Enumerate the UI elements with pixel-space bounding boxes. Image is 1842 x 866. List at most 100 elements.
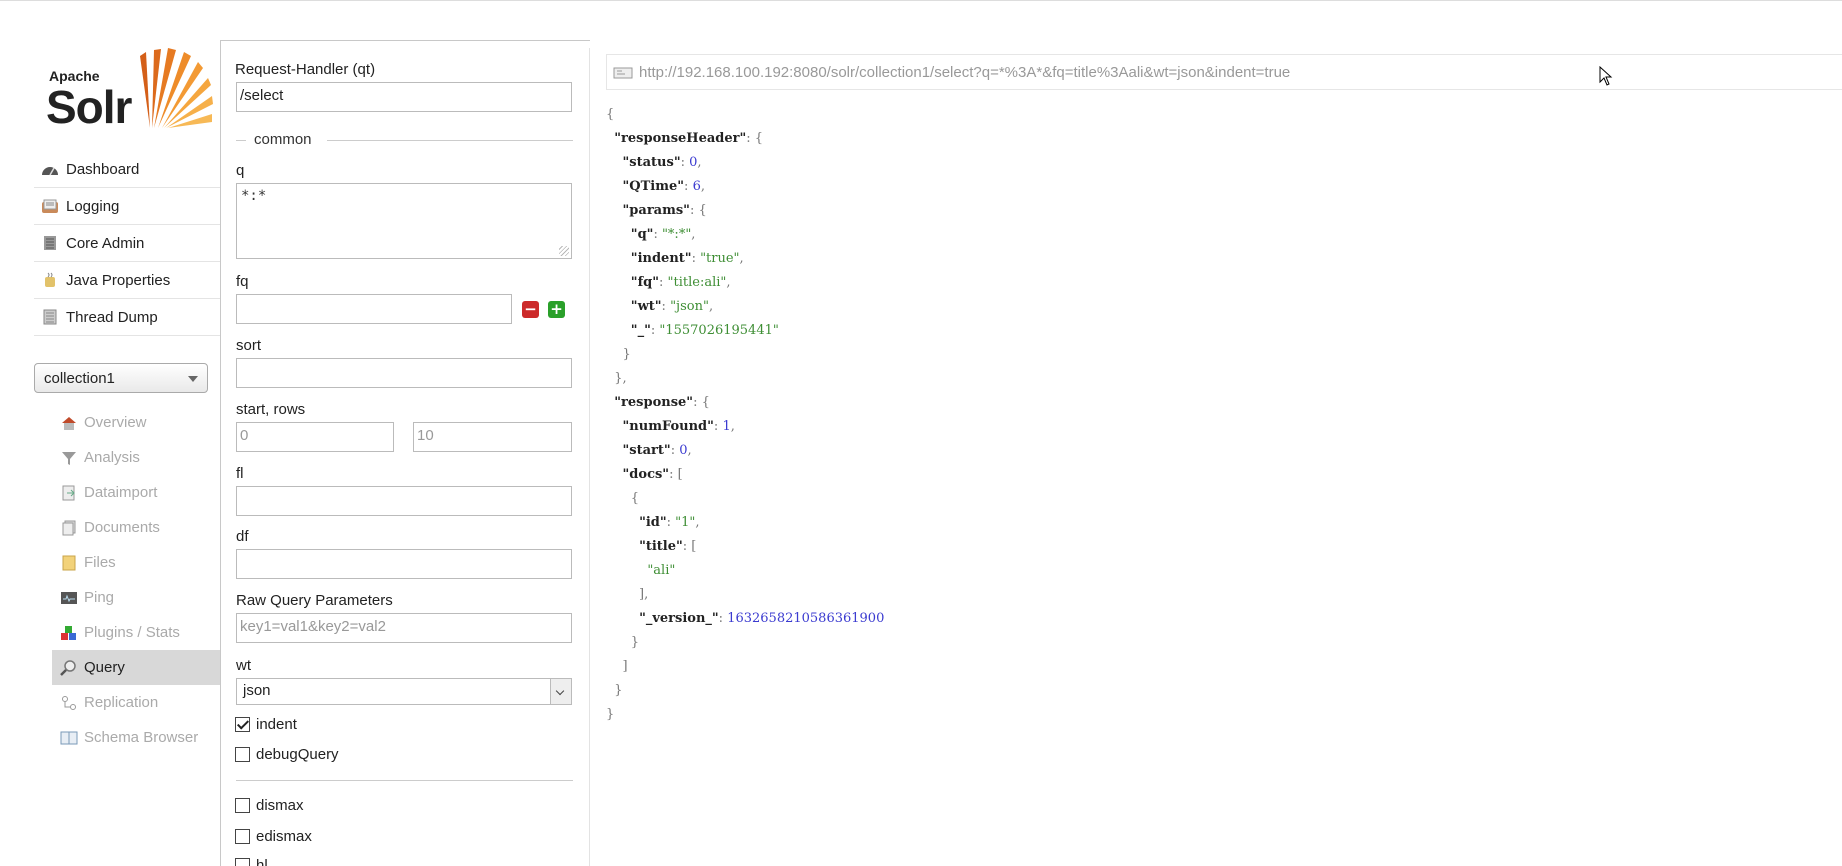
result-url-link[interactable]: http://192.168.100.192:8080/solr/collect… [606,54,1842,90]
result-divider [589,48,590,866]
core-menu-label: Plugins / Stats [84,624,180,641]
core-menu-label: Schema Browser [84,729,199,746]
logo-solr-text: Solr [46,81,132,133]
folder-icon [60,555,78,571]
ping-icon [60,590,78,606]
json-line: ], [606,587,649,602]
json-line: } [606,707,615,722]
core-menu-label: Documents [84,519,160,536]
core-menu-label: Dataimport [84,484,158,501]
sort-input[interactable] [236,358,572,388]
core-selector[interactable]: collection1 [34,363,208,393]
core-admin-icon [40,235,60,251]
checkbox-icon [235,858,250,866]
core-menu-label: Files [84,554,116,571]
core-menu-label: Ping [84,589,115,606]
dismax-label: dismax [256,797,304,814]
start-rows-label: start, rows [236,401,306,418]
add-fq-button[interactable]: + [548,301,565,318]
indent-label: indent [256,716,297,733]
chevron-down-icon [550,679,571,704]
df-label: df [236,528,249,545]
start-input[interactable]: 0 [236,422,394,452]
json-line: "responseHeader": { [614,131,764,146]
nav-dashboard[interactable]: Dashboard [34,151,220,188]
mouse-cursor-icon [1599,66,1613,86]
sort-label: sort [236,337,262,354]
nav-java-properties[interactable]: Java Properties [34,262,220,299]
core-menu-label: Replication [84,694,159,711]
wt-select[interactable]: json [236,678,572,705]
nav-logging[interactable]: Logging [34,188,220,225]
json-response: { "responseHeader": { "status": 0, "QTim… [606,103,884,727]
json-line: } [606,347,631,362]
core-menu-dataimport[interactable]: Dataimport [52,475,220,510]
core-selector-value: collection1 [44,369,115,387]
json-line: "params": { [622,203,707,218]
funnel-icon [60,450,78,466]
panel-divider [220,40,221,866]
resize-grip-icon[interactable] [559,246,569,256]
hl-checkbox[interactable]: hl [235,857,268,866]
raw-params-input[interactable]: key1=val1&key2=val2 [236,613,572,643]
json-line: "indent": "true", [630,251,744,266]
core-menu-analysis[interactable]: Analysis [52,440,220,475]
json-line: "fq": "title:ali", [630,275,731,290]
legend-rule-right [327,140,573,141]
raw-params-label: Raw Query Parameters [236,592,393,609]
json-line: "QTime": 6, [622,179,705,194]
dismax-checkbox[interactable]: dismax [235,797,304,814]
core-menu-ping[interactable]: Ping [52,580,220,615]
core-menu-files[interactable]: Files [52,545,220,580]
top-border [0,0,1842,1]
schema-icon [60,730,78,746]
nav-label: Java Properties [66,271,171,289]
request-handler-input[interactable]: /select [236,82,572,112]
result-url: http://192.168.100.192:8080/solr/collect… [639,63,1291,81]
indent-checkbox[interactable]: indent [235,716,297,733]
magnifier-icon [60,659,78,676]
core-menu-label: Overview [84,414,147,431]
json-line: } [606,635,640,650]
core-menu-label: Query [84,659,125,676]
json-line: "start": 0, [622,443,692,458]
json-line: "response": { [614,395,710,410]
solr-logo[interactable]: Apache Solr [46,48,213,133]
dashboard-icon [40,161,60,177]
checkbox-checked-icon [235,717,250,732]
checkbox-icon [235,798,250,813]
core-menu-query[interactable]: Query [52,650,220,685]
rows-input[interactable]: 10 [413,422,572,452]
nav-thread-dump[interactable]: Thread Dump [34,299,220,336]
wt-select-value: json [243,682,271,699]
dataimport-icon [60,485,78,501]
debugquery-label: debugQuery [256,746,339,763]
core-menu-replication[interactable]: Replication [52,685,220,720]
fq-label: fq [236,273,249,290]
json-line: "q": "*:*", [630,227,696,242]
q-textarea[interactable]: *:* [236,183,572,259]
remove-fq-button[interactable]: − [522,301,539,318]
core-menu-schema-browser[interactable]: Schema Browser [52,720,220,755]
json-line: "ali" [647,563,676,578]
replication-icon [60,695,78,711]
fl-label: fl [236,465,244,482]
df-input[interactable] [236,549,572,579]
q-label: q [236,162,245,179]
plugins-icon [60,625,78,641]
nav-core-admin[interactable]: Core Admin [34,225,220,262]
wt-label: wt [236,657,251,674]
edismax-checkbox[interactable]: edismax [235,828,312,845]
debugquery-checkbox[interactable]: debugQuery [235,746,339,763]
core-menu-overview[interactable]: Overview [52,405,220,440]
fq-input[interactable] [236,294,512,324]
json-line: "_version_": 1632658210586361900 [639,611,885,626]
fl-input[interactable] [236,486,572,516]
json-line: { [606,491,640,506]
core-menu-plugins-stats[interactable]: Plugins / Stats [52,615,220,650]
link-icon [613,66,633,79]
json-line: "_": "1557026195441" [630,323,779,338]
json-line: "status": 0, [622,155,702,170]
core-menu-documents[interactable]: Documents [52,510,220,545]
json-line: "title": [ [639,539,697,554]
